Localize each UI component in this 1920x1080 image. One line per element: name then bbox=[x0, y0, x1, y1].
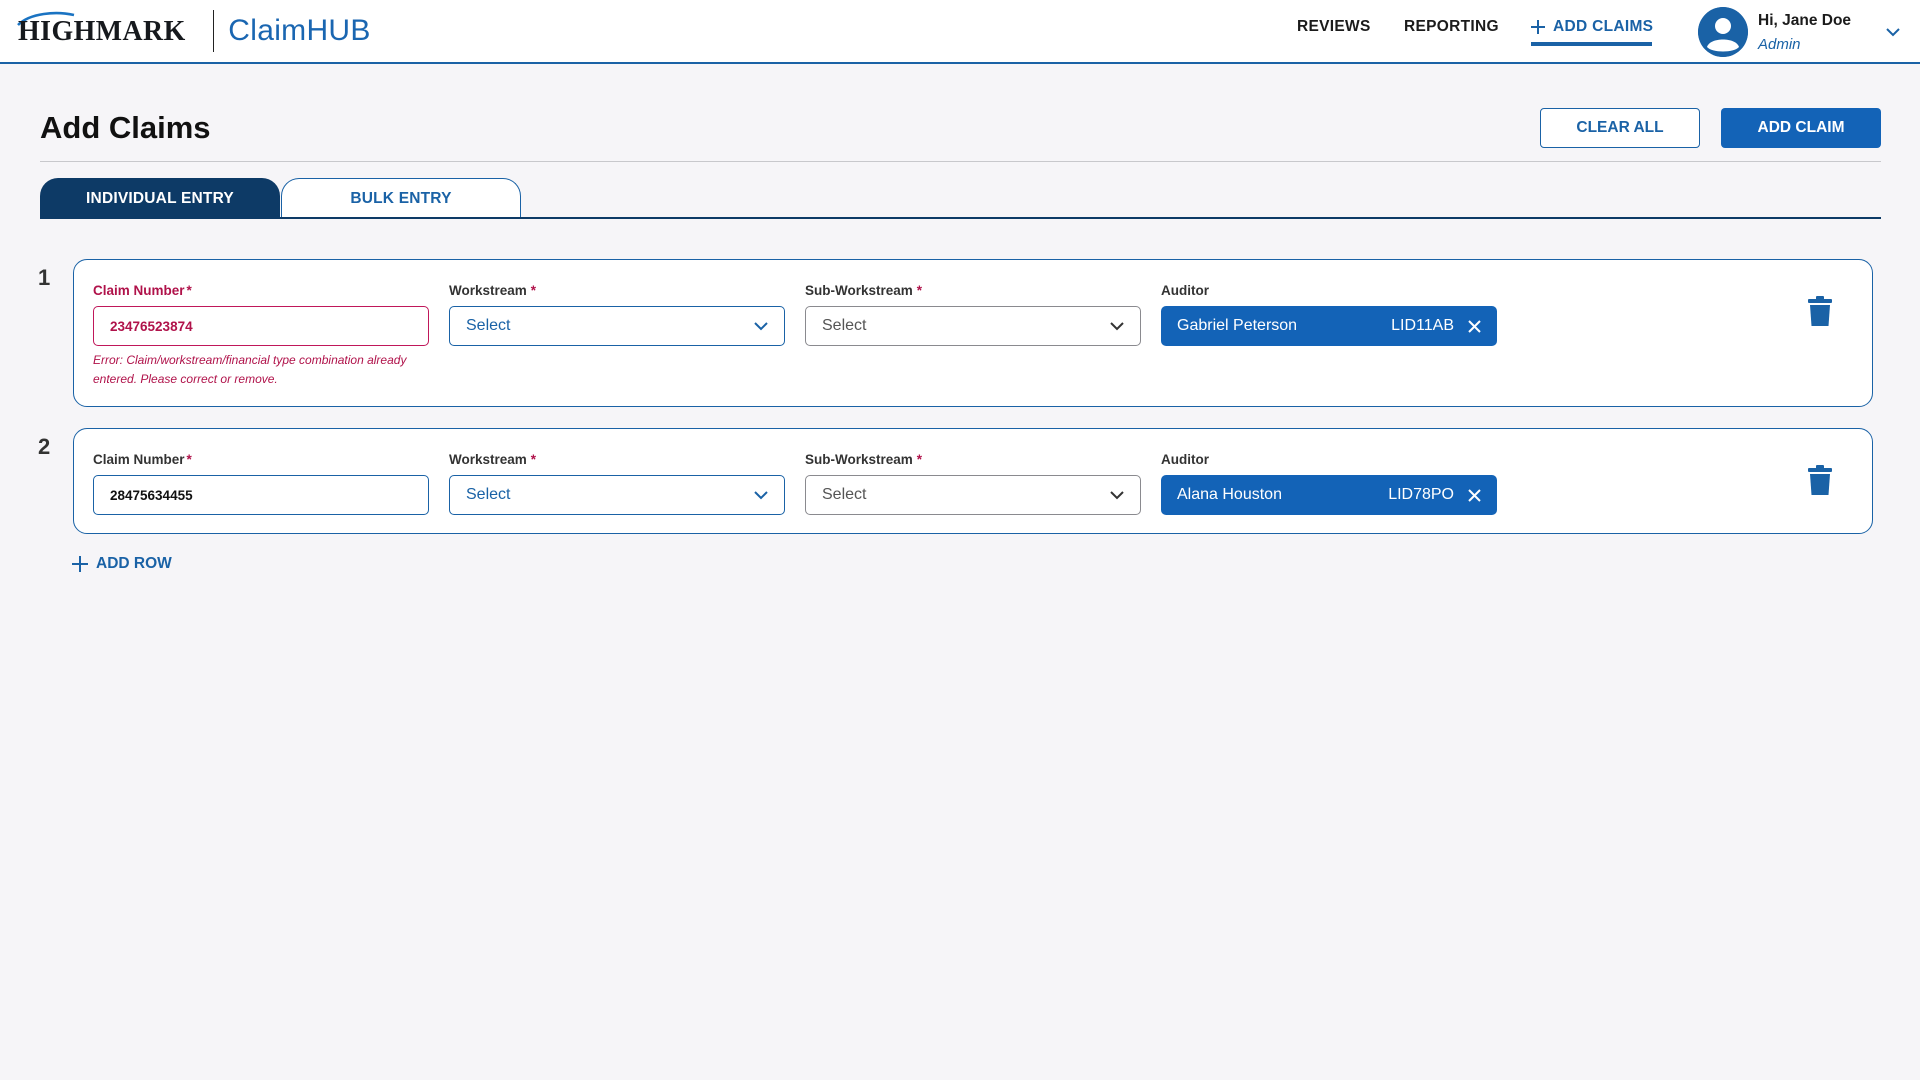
clear-all-button[interactable]: CLEAR ALL bbox=[1540, 108, 1700, 148]
required-mark: * bbox=[916, 283, 923, 298]
active-nav-indicator bbox=[1531, 42, 1652, 46]
sub-workstream-label: Sub-Workstream * bbox=[805, 283, 922, 298]
top-header: HIGHMARK ClaimHUB REVIEWS REPORTING ADD … bbox=[0, 0, 1920, 64]
row-number: 1 bbox=[38, 265, 51, 290]
auditor-chip: Gabriel Peterson LID11AB bbox=[1161, 306, 1497, 346]
auditor-name: Alana Houston bbox=[1177, 486, 1282, 503]
required-mark: * bbox=[530, 283, 537, 298]
add-row-button[interactable]: ADD ROW bbox=[72, 555, 172, 573]
chevron-down-icon bbox=[1110, 322, 1124, 331]
auditor-id: LID78PO bbox=[1388, 486, 1454, 503]
chevron-down-icon bbox=[754, 491, 768, 500]
auditor-label: Auditor bbox=[1161, 283, 1209, 298]
remove-auditor-button[interactable] bbox=[1468, 319, 1481, 333]
user-avatar-icon bbox=[1698, 7, 1748, 57]
tab-individual-entry[interactable]: INDIVIDUAL ENTRY bbox=[40, 178, 280, 219]
workstream-label-text: Workstream bbox=[449, 283, 527, 298]
workstream-label: Workstream * bbox=[449, 452, 536, 467]
workstream-label-text: Workstream bbox=[449, 452, 527, 467]
auditor-chip: Alana Houston LID78PO bbox=[1161, 475, 1497, 515]
nav-add-claims[interactable]: ADD CLAIMS bbox=[1531, 18, 1653, 36]
required-mark: * bbox=[916, 452, 923, 467]
claim-row: Claim Number * 23476523874 Error: Claim/w… bbox=[73, 259, 1873, 407]
user-role: Admin bbox=[1758, 36, 1801, 53]
title-divider bbox=[40, 161, 1881, 162]
chevron-down-icon bbox=[754, 322, 768, 331]
required-mark: * bbox=[530, 452, 537, 467]
user-greeting: Hi, Jane Doe bbox=[1758, 12, 1852, 29]
row-number: 2 bbox=[38, 434, 51, 459]
nav-reporting[interactable]: REPORTING bbox=[1404, 18, 1499, 36]
page-title: Add Claims bbox=[40, 110, 211, 145]
sub-workstream-select[interactable]: Select bbox=[805, 475, 1141, 515]
claim-row: Claim Number * 28475634455 Workstream * Se… bbox=[73, 428, 1873, 534]
nav-add-claims-label: ADD CLAIMS bbox=[1553, 18, 1654, 35]
auditor-label: Auditor bbox=[1161, 452, 1209, 467]
workstream-value: Select bbox=[466, 317, 511, 334]
chevron-down-icon bbox=[1110, 491, 1124, 500]
close-icon bbox=[1468, 319, 1481, 333]
nav-reviews[interactable]: REVIEWS bbox=[1297, 18, 1371, 36]
workstream-value: Select bbox=[466, 486, 511, 503]
sub-workstream-value: Select bbox=[822, 486, 867, 503]
tab-bulk-entry[interactable]: BULK ENTRY bbox=[281, 178, 521, 219]
workstream-select[interactable]: Select bbox=[449, 475, 785, 515]
logo-text: HIGHMARK bbox=[18, 14, 186, 47]
auditor-id: LID11AB bbox=[1391, 317, 1454, 334]
sub-workstream-select[interactable]: Select bbox=[805, 306, 1141, 346]
trash-icon[interactable] bbox=[1808, 296, 1832, 326]
sub-workstream-label-text: Sub-Workstream bbox=[805, 283, 913, 298]
sub-workstream-value: Select bbox=[822, 317, 867, 334]
claim-number-label: Claim Number * bbox=[93, 452, 192, 467]
remove-auditor-button[interactable] bbox=[1468, 488, 1481, 502]
claim-error-message: Error: Claim/workstream/financial type c… bbox=[93, 353, 407, 386]
sub-workstream-label: Sub-Workstream * bbox=[805, 452, 922, 467]
chevron-down-icon[interactable] bbox=[1886, 27, 1900, 37]
close-icon bbox=[1468, 488, 1481, 502]
add-row-label: ADD ROW bbox=[96, 555, 172, 572]
app-name: ClaimHUB bbox=[228, 14, 371, 47]
claim-number-label-text: Claim Number bbox=[93, 452, 185, 467]
plus-icon bbox=[1531, 20, 1545, 34]
tab-divider bbox=[40, 217, 1881, 219]
plus-icon bbox=[72, 556, 88, 572]
claim-number-input[interactable]: 23476523874 bbox=[93, 306, 429, 346]
logo-divider bbox=[212, 10, 215, 52]
trash-icon[interactable] bbox=[1808, 465, 1832, 495]
claim-number-label-text: Claim Number bbox=[93, 283, 185, 298]
claim-number-label: Claim Number * bbox=[93, 283, 192, 298]
user-menu[interactable]: Hi, Jane Doe Admin bbox=[1698, 7, 1900, 57]
auditor-name: Gabriel Peterson bbox=[1177, 317, 1298, 334]
workstream-select[interactable]: Select bbox=[449, 306, 785, 346]
brand[interactable]: HIGHMARK ClaimHUB bbox=[17, 10, 371, 52]
required-mark: * bbox=[186, 452, 192, 467]
highmark-logo: HIGHMARK bbox=[17, 11, 193, 48]
workstream-label: Workstream * bbox=[449, 283, 536, 298]
required-mark: * bbox=[186, 283, 192, 298]
claim-number-input[interactable]: 28475634455 bbox=[93, 475, 429, 515]
sub-workstream-label-text: Sub-Workstream bbox=[805, 452, 913, 467]
add-claim-button[interactable]: ADD CLAIM bbox=[1721, 108, 1881, 148]
